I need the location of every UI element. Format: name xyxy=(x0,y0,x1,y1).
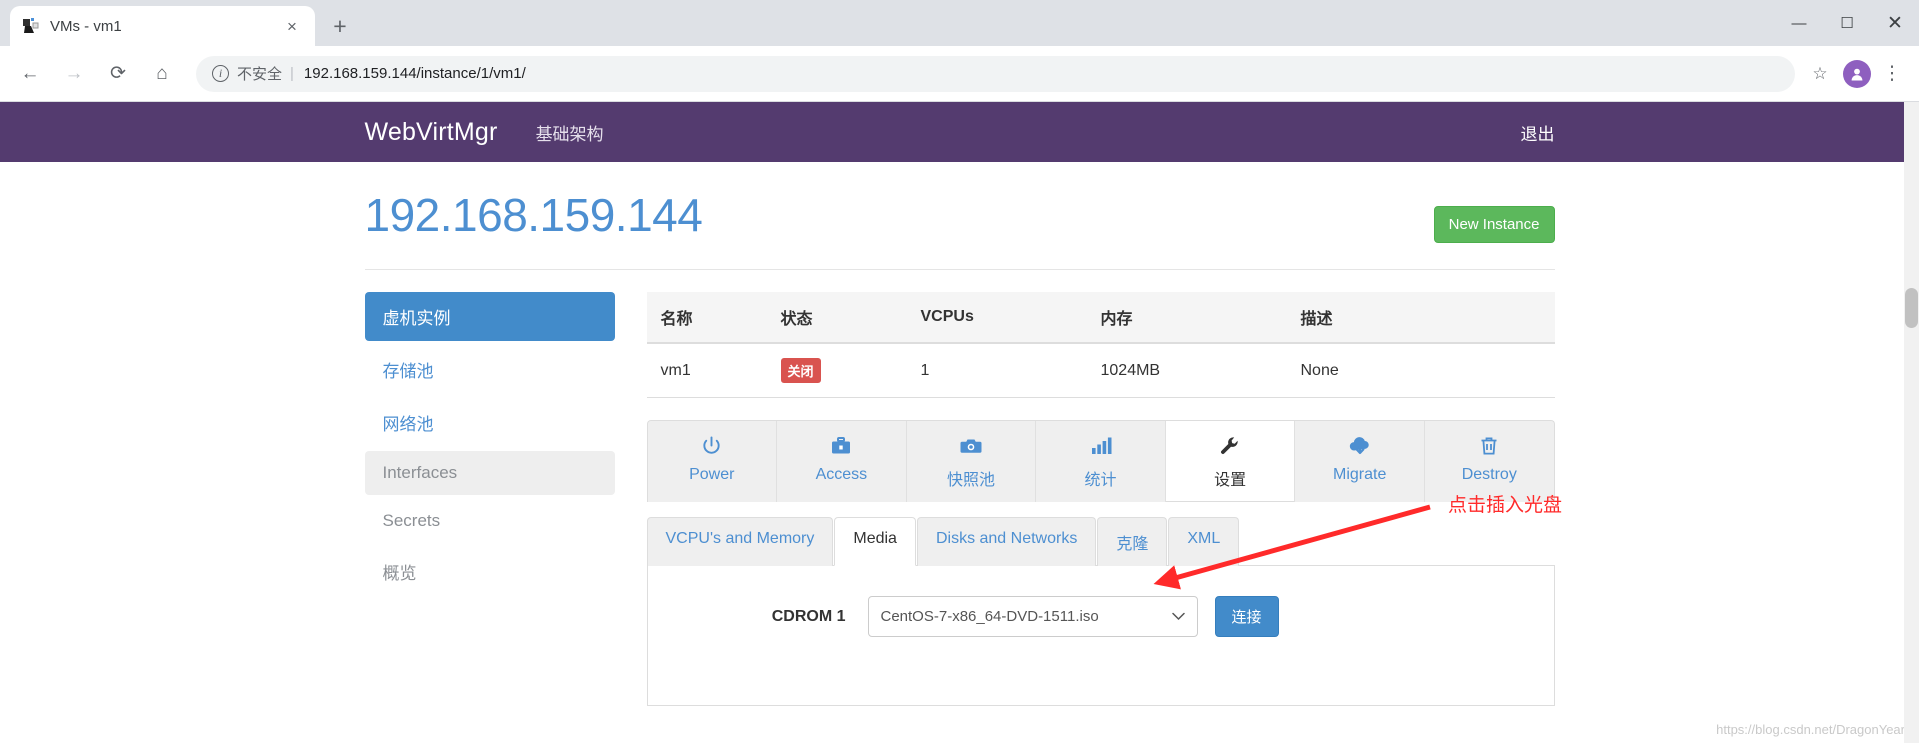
url-text: 192.168.159.144/instance/1/vm1/ xyxy=(303,65,526,82)
cloud-download-icon xyxy=(1295,435,1424,459)
settings-subtabs-wrapper: VCPU's and Memory Media Disks and Networ… xyxy=(646,516,1555,706)
browser-tab-strip: VMs - vm1 × + — ☐ ✕ xyxy=(0,0,1919,46)
vm-action-tabs: Power Access 快照池 统计 设置 Migrate Destroy xyxy=(646,420,1555,502)
sidebar: 虚机实例 存储池 网络池 Interfaces Secrets 概览 xyxy=(364,292,615,706)
action-tab-settings[interactable]: 设置 xyxy=(1165,421,1296,502)
media-panel: CDROM 1 CentOS-7-x86_64-DVD-1511.iso 连接 xyxy=(646,566,1555,706)
address-bar[interactable]: i 不安全 | 192.168.159.144/instance/1/vm1/ xyxy=(196,55,1795,92)
home-icon[interactable]: ⌂ xyxy=(144,56,180,92)
trash-icon xyxy=(1425,435,1554,459)
action-tab-label: 快照池 xyxy=(946,472,995,489)
connect-button[interactable]: 连接 xyxy=(1214,596,1279,637)
browser-menu-icon[interactable]: ⋮ xyxy=(1877,57,1907,91)
window-close-icon[interactable]: ✕ xyxy=(1871,0,1919,46)
iso-select-value: CentOS-7-x86_64-DVD-1511.iso xyxy=(880,608,1099,625)
cell-vm-name[interactable]: vm1 xyxy=(646,343,767,398)
power-icon xyxy=(648,435,777,459)
cell-vm-memory: 1024MB xyxy=(1086,343,1287,398)
column-header-status: 状态 xyxy=(766,292,907,344)
cell-vm-description: None xyxy=(1286,343,1555,398)
page-scrollbar-thumb[interactable] xyxy=(1905,288,1918,328)
action-tab-migrate[interactable]: Migrate xyxy=(1295,421,1425,502)
column-header-description: 描述 xyxy=(1286,292,1555,344)
window-controls: — ☐ ✕ xyxy=(1775,0,1919,46)
info-icon[interactable]: i xyxy=(212,65,229,82)
action-tab-label: 设置 xyxy=(1214,472,1247,489)
annotation-text: 点击插入光盘 xyxy=(1448,495,1563,516)
watermark: https://blog.csdn.net/DragonYear xyxy=(1716,722,1905,737)
action-tab-label: Power xyxy=(689,466,735,483)
nav-item-infrastructure[interactable]: 基础架构 xyxy=(536,120,604,145)
maximize-icon[interactable]: ☐ xyxy=(1823,0,1871,46)
avatar[interactable] xyxy=(1843,59,1871,88)
new-tab-button[interactable]: + xyxy=(323,9,357,43)
status-badge: 关闭 xyxy=(780,358,821,383)
tab-clone[interactable]: 克隆 xyxy=(1097,517,1168,566)
cdrom-label: CDROM 1 xyxy=(771,607,846,625)
wrench-icon xyxy=(1166,435,1295,459)
briefcase-icon xyxy=(777,435,906,459)
app-navbar: WebVirtMgr 基础架构 退出 xyxy=(0,102,1919,162)
cell-vm-vcpus: 1 xyxy=(906,343,1087,398)
minimize-icon[interactable]: — xyxy=(1775,0,1823,46)
iso-select[interactable]: CentOS-7-x86_64-DVD-1511.iso xyxy=(867,596,1198,637)
vm-table: 名称 状态 VCPUs 内存 描述 vm1 关闭 1 1024MB None xyxy=(646,292,1555,398)
bar-chart-icon xyxy=(1036,435,1165,459)
bookmark-star-icon[interactable]: ☆ xyxy=(1803,57,1837,91)
page-content: WebVirtMgr 基础架构 退出 192.168.159.144 New I… xyxy=(0,102,1919,743)
security-status-label: 不安全 xyxy=(237,66,283,83)
omnibox-separator: | xyxy=(290,65,294,82)
back-icon[interactable]: ← xyxy=(12,56,48,92)
content-area: 名称 状态 VCPUs 内存 描述 vm1 关闭 1 1024MB None P… xyxy=(615,292,1555,706)
sidebar-item-storage-pools[interactable]: 存储池 xyxy=(365,345,615,394)
tab-media[interactable]: Media xyxy=(834,517,916,566)
app-brand[interactable]: WebVirtMgr xyxy=(365,118,498,147)
table-header-row: 名称 状态 VCPUs 内存 描述 xyxy=(646,292,1555,344)
sidebar-item-instances[interactable]: 虚机实例 xyxy=(364,292,615,341)
column-header-memory: 内存 xyxy=(1086,292,1287,344)
browser-tab-title: VMs - vm1 xyxy=(50,17,122,35)
action-tab-snapshots[interactable]: 快照池 xyxy=(906,421,1037,502)
cdrom-row: CDROM 1 CentOS-7-x86_64-DVD-1511.iso 连接 xyxy=(648,596,1554,637)
main-container: 192.168.159.144 New Instance 虚机实例 存储池 网络… xyxy=(364,162,1555,706)
action-tab-power[interactable]: Power xyxy=(647,421,778,502)
tab-xml[interactable]: XML xyxy=(1168,517,1240,566)
action-tab-label: Destroy xyxy=(1461,466,1517,483)
browser-tab[interactable]: VMs - vm1 × xyxy=(10,6,315,46)
browser-toolbar: ← → ⟳ ⌂ i 不安全 | 192.168.159.144/instance… xyxy=(0,46,1919,102)
close-icon[interactable]: × xyxy=(281,15,303,37)
sidebar-item-secrets[interactable]: Secrets xyxy=(365,499,615,543)
new-instance-button[interactable]: New Instance xyxy=(1433,206,1555,243)
action-tab-label: Migrate xyxy=(1333,466,1387,483)
sidebar-item-network-pools[interactable]: 网络池 xyxy=(365,398,615,447)
tab-disks-and-networks[interactable]: Disks and Networks xyxy=(916,517,1097,566)
cell-vm-status: 关闭 xyxy=(766,343,907,398)
column-header-vcpus: VCPUs xyxy=(906,292,1087,344)
page-header: 192.168.159.144 New Instance xyxy=(365,162,1555,243)
action-tab-label: 统计 xyxy=(1084,472,1117,489)
settings-subtabs: VCPU's and Memory Media Disks and Networ… xyxy=(646,516,1555,566)
tab-vcpus-and-memory[interactable]: VCPU's and Memory xyxy=(646,517,834,566)
nav-item-logout[interactable]: 退出 xyxy=(1521,125,1555,144)
forward-icon[interactable]: → xyxy=(56,56,92,92)
page-scrollbar-track[interactable] xyxy=(1904,102,1919,743)
browser-window: VMs - vm1 × + — ☐ ✕ ← → ⟳ ⌂ i 不安全 | 192.… xyxy=(0,0,1919,743)
camera-icon xyxy=(907,435,1036,459)
action-tab-stats[interactable]: 统计 xyxy=(1036,421,1166,502)
chevron-down-icon xyxy=(1171,609,1185,624)
table-row[interactable]: vm1 关闭 1 1024MB None xyxy=(646,343,1555,398)
action-tab-label: Access xyxy=(815,466,868,483)
vm-favicon xyxy=(22,17,40,35)
sidebar-item-interfaces[interactable]: Interfaces xyxy=(364,451,615,495)
sidebar-item-overview[interactable]: 概览 xyxy=(365,547,615,596)
action-tab-access[interactable]: Access xyxy=(777,421,907,502)
column-header-name: 名称 xyxy=(646,292,767,344)
page-title: 192.168.159.144 xyxy=(364,189,703,241)
reload-icon[interactable]: ⟳ xyxy=(100,56,136,92)
